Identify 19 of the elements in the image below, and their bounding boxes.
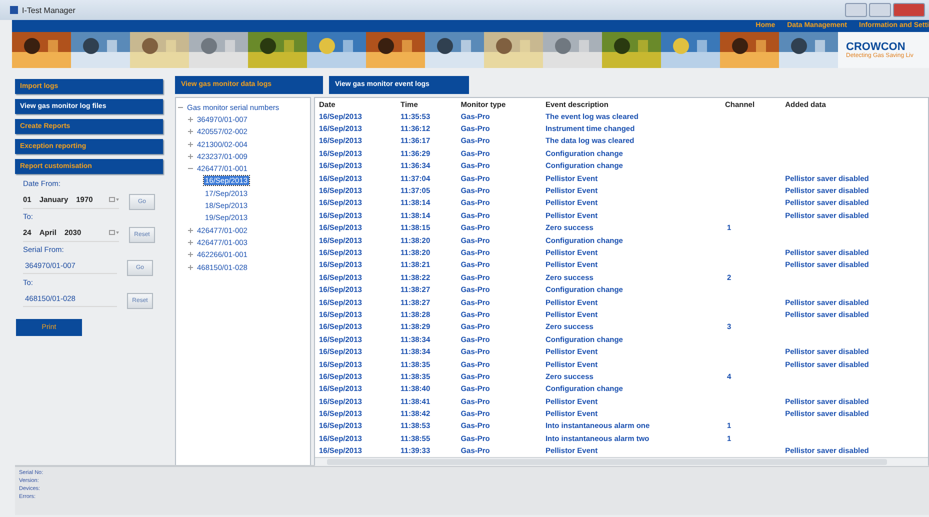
calendar-icon[interactable] bbox=[109, 197, 119, 202]
minimize-button[interactable] bbox=[845, 3, 867, 17]
expand-icon[interactable] bbox=[188, 129, 193, 134]
expand-icon[interactable] bbox=[188, 116, 193, 122]
app-icon bbox=[10, 6, 18, 14]
scrollbar[interactable] bbox=[315, 456, 928, 466]
window-title: I-Test Manager bbox=[22, 6, 76, 14]
maximize-button[interactable] bbox=[869, 3, 891, 17]
expand-icon[interactable] bbox=[188, 228, 193, 233]
collapse-icon[interactable] bbox=[178, 104, 183, 110]
collapse-icon[interactable] bbox=[188, 166, 193, 172]
expand-icon[interactable] bbox=[188, 264, 193, 270]
expand-icon[interactable] bbox=[188, 154, 193, 159]
expand-icon[interactable] bbox=[188, 240, 193, 245]
expand-icon[interactable] bbox=[188, 142, 193, 147]
logo: CROWCON bbox=[846, 41, 906, 53]
calendar-icon[interactable] bbox=[109, 230, 119, 235]
close-button[interactable] bbox=[893, 3, 925, 17]
expand-icon[interactable] bbox=[188, 252, 193, 258]
